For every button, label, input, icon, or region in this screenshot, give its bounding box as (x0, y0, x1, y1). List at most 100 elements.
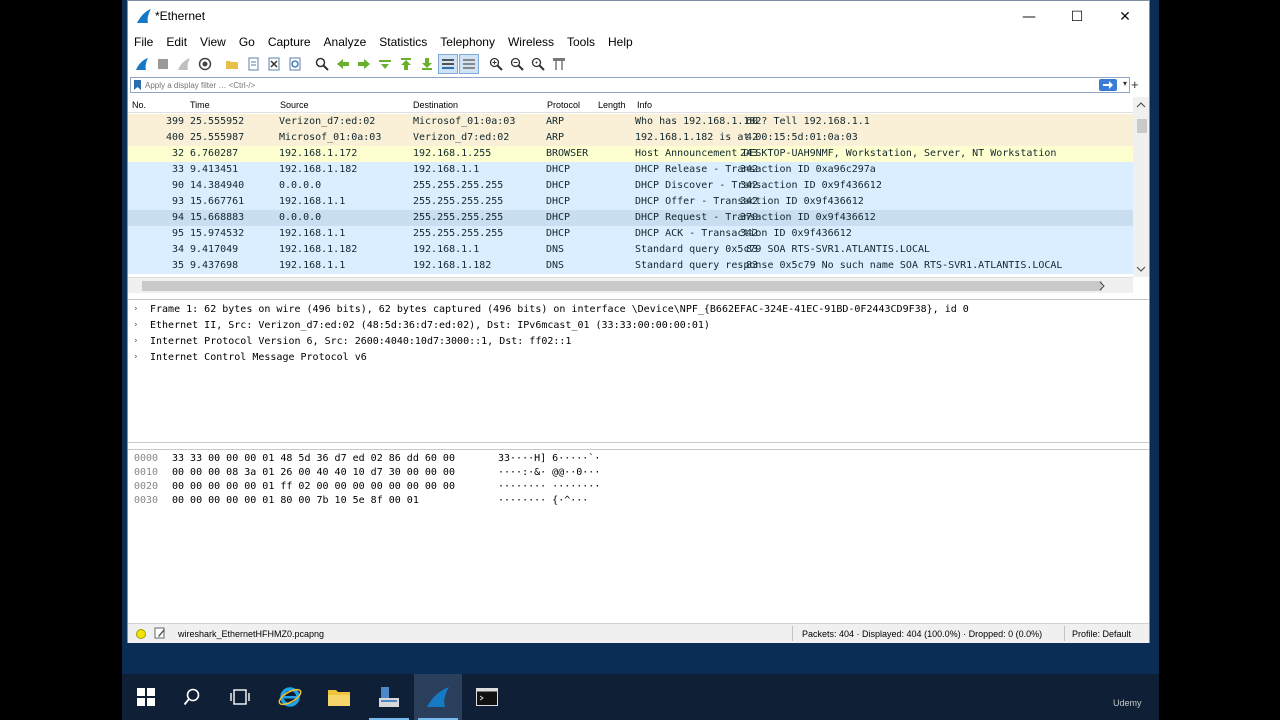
column-protocol[interactable]: Protocol (547, 100, 580, 110)
add-filter-button[interactable]: + (1131, 77, 1139, 92)
menu-capture[interactable]: Capture (268, 35, 311, 49)
find-packet-button[interactable] (312, 54, 332, 74)
bytes-row[interactable]: 0010 00 00 00 08 3a 01 26 00 40 40 10 d7 … (128, 466, 1149, 480)
column-info[interactable]: Info (637, 100, 652, 110)
packet-row[interactable]: 90 14.384940 0.0.0.0 255.255.255.255 DHCP 342… (128, 178, 1133, 194)
packet-row[interactable]: 95 15.974532 192.168.1.1 255.255.255.255 DHC… (128, 226, 1133, 242)
scroll-down-icon[interactable] (1133, 263, 1149, 275)
menu-go[interactable]: Go (239, 35, 255, 49)
zoom-in-button[interactable] (486, 54, 506, 74)
detail-row-ipv6[interactable]: › Internet Protocol Version 6, Src: 2600:… (128, 334, 1149, 350)
close-button[interactable]: ✕ (1102, 1, 1148, 32)
zoom-out-button[interactable] (507, 54, 527, 74)
packet-row[interactable]: 93 15.667761 192.168.1.1 255.255.255.255 DHC… (128, 194, 1133, 210)
packet-list-horizontal-scrollbar[interactable] (128, 277, 1133, 293)
wireshark-taskbar-button[interactable] (414, 674, 462, 720)
detail-row-ethernet[interactable]: › Ethernet II, Src: Verizon_d7:ed:02 (48:… (128, 318, 1149, 334)
capture-comment-icon[interactable] (154, 627, 166, 639)
command-prompt-taskbar-button[interactable] (463, 674, 511, 720)
column-no[interactable]: No. (132, 100, 146, 110)
packet-cell-destination: 255.255.255.255 (413, 180, 504, 191)
terminal-icon (476, 688, 498, 706)
go-last-button[interactable] (417, 54, 437, 74)
bytes-row[interactable]: 0000 33 33 00 00 00 01 48 5d 36 d7 ed 02 … (128, 452, 1149, 466)
go-to-packet-button[interactable] (375, 54, 395, 74)
resize-columns-icon (553, 58, 565, 70)
filter-history-dropdown[interactable]: ▾ (1123, 79, 1127, 88)
packet-cell-no: 93 (171, 196, 184, 207)
go-back-button[interactable] (333, 54, 353, 74)
packet-cell-protocol: DHCP (546, 212, 571, 223)
scroll-right-icon[interactable] (1096, 280, 1108, 292)
minimize-button[interactable]: — (1006, 1, 1052, 32)
normal-size-button[interactable] (528, 54, 548, 74)
packet-cell-destination: 192.168.1.182 (413, 260, 492, 271)
arrow-right-icon (1103, 81, 1113, 89)
start-button[interactable] (122, 674, 170, 720)
apply-filter-button[interactable] (1099, 79, 1117, 91)
resize-columns-button[interactable] (549, 54, 569, 74)
search-button[interactable] (168, 674, 216, 720)
packet-cell-source: 0.0.0.0 (279, 212, 322, 223)
scroll-up-icon[interactable] (1133, 99, 1149, 111)
save-file-button[interactable] (243, 54, 263, 74)
menu-edit[interactable]: Edit (166, 35, 187, 49)
expand-arrow-icon[interactable]: › (134, 336, 138, 346)
stop-capture-button[interactable] (153, 54, 173, 74)
internet-explorer-taskbar-button[interactable] (266, 674, 314, 720)
expert-info-icon[interactable] (136, 629, 146, 639)
capture-options-button[interactable] (195, 54, 215, 74)
expand-arrow-icon[interactable]: › (134, 352, 138, 362)
autoscroll-button[interactable] (438, 54, 458, 74)
detail-row-icmpv6[interactable]: › Internet Control Message Protocol v6 (128, 350, 1149, 366)
menu-file[interactable]: File (134, 35, 153, 49)
packet-list-vertical-scrollbar[interactable] (1133, 97, 1149, 277)
open-file-button[interactable] (222, 54, 242, 74)
go-forward-button[interactable] (354, 54, 374, 74)
horizontal-scroll-thumb[interactable] (142, 281, 1102, 291)
packet-row[interactable]: 399 25.555952 Verizon_d7:ed:02 Microsof_01:… (128, 114, 1133, 130)
packet-row[interactable]: 33 9.413451 192.168.1.182 192.168.1.1 DHCP 34… (128, 162, 1133, 178)
start-capture-button[interactable] (132, 54, 152, 74)
file-explorer-taskbar-button[interactable] (315, 674, 363, 720)
packet-row[interactable]: 34 9.417049 192.168.1.182 192.168.1.1 DNS 83 S… (128, 242, 1133, 258)
packet-row[interactable]: 94 15.668883 0.0.0.0 255.255.255.255 DHCP 370… (128, 210, 1133, 226)
arrow-down-icon (422, 58, 432, 70)
expand-arrow-icon[interactable]: › (134, 304, 138, 314)
task-view-button[interactable] (216, 674, 264, 720)
column-length[interactable]: Length (598, 100, 626, 110)
expand-arrow-icon[interactable]: › (134, 320, 138, 330)
reload-file-button[interactable] (285, 54, 305, 74)
column-destination[interactable]: Destination (413, 100, 458, 110)
packet-row[interactable]: 35 9.437698 192.168.1.1 192.168.1.182 DNS 83 S… (128, 258, 1133, 274)
bytes-row[interactable]: 0020 00 00 00 00 00 01 ff 02 00 00 00 00 … (128, 480, 1149, 494)
column-source[interactable]: Source (280, 100, 309, 110)
arrow-right-icon (358, 59, 370, 69)
menu-analyze[interactable]: Analyze (324, 35, 367, 49)
packet-cell-source: 192.168.1.1 (279, 196, 346, 207)
menu-tools[interactable]: Tools (567, 35, 595, 49)
packet-row[interactable]: 32 6.760287 192.168.1.172 192.168.1.255 BROW… (128, 146, 1133, 162)
maximize-button[interactable]: ☐ (1054, 1, 1100, 32)
menu-telephony[interactable]: Telephony (440, 35, 495, 49)
packet-row[interactable]: 400 25.555987 Microsof_01:0a:03 Verizon_d7:… (128, 130, 1133, 146)
title-bar[interactable]: *Ethernet — ☐ ✕ (128, 1, 1149, 32)
menu-statistics[interactable]: Statistics (379, 35, 427, 49)
menu-help[interactable]: Help (608, 35, 633, 49)
profile-selector[interactable]: Profile: Default (1072, 629, 1131, 639)
go-first-button[interactable] (396, 54, 416, 74)
bytes-row[interactable]: 0030 00 00 00 00 00 01 80 00 7b 10 5e 8f … (128, 494, 1149, 508)
packet-cell-info: DHCP Request - Transaction ID 0x9f436612 (635, 212, 876, 223)
vertical-scroll-thumb[interactable] (1137, 119, 1147, 133)
packet-cell-info: Standard query 0x5c79 SOA RTS-SVR1.ATLAN… (635, 244, 931, 255)
menu-wireless[interactable]: Wireless (508, 35, 554, 49)
detail-row-frame[interactable]: › Frame 1: 62 bytes on wire (496 bits), 6… (128, 302, 1149, 318)
colorize-button[interactable] (459, 54, 479, 74)
bookmark-icon[interactable] (133, 80, 142, 90)
close-file-button[interactable] (264, 54, 284, 74)
menu-view[interactable]: View (200, 35, 226, 49)
display-filter-input[interactable] (145, 80, 1085, 91)
column-time[interactable]: Time (190, 100, 210, 110)
server-manager-taskbar-button[interactable] (365, 674, 413, 720)
restart-capture-button[interactable] (174, 54, 194, 74)
